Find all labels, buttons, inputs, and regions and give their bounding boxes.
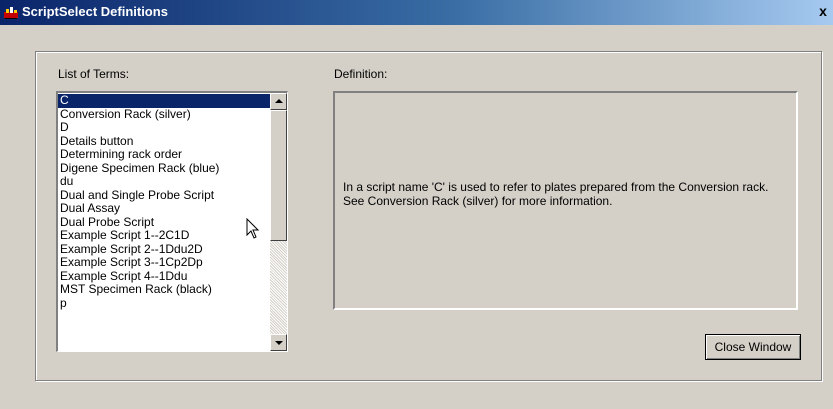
close-window-x-button[interactable]: x — [815, 4, 831, 20]
list-item[interactable]: Dual Probe Script — [58, 216, 270, 230]
app-icon — [4, 7, 18, 19]
scroll-down-button[interactable] — [270, 334, 287, 351]
terms-scrollbar[interactable] — [270, 93, 287, 351]
list-item[interactable]: Details button — [58, 135, 270, 149]
window-title: ScriptSelect Definitions — [22, 4, 168, 19]
list-item[interactable]: Example Script 2--1Ddu2D — [58, 243, 270, 257]
list-item[interactable]: Conversion Rack (silver) — [58, 108, 270, 122]
list-item[interactable]: Example Script 1--2C1D — [58, 229, 270, 243]
definition-label: Definition: — [334, 67, 388, 81]
definition-text: In a script name 'C' is used to refer to… — [343, 180, 769, 208]
list-item[interactable]: du — [58, 175, 270, 189]
list-item[interactable]: Example Script 4--1Ddu — [58, 270, 270, 284]
list-item[interactable]: Dual Assay — [58, 202, 270, 216]
title-bar[interactable]: ScriptSelect Definitions x — [0, 0, 833, 25]
arrow-up-icon — [275, 99, 283, 103]
list-item[interactable]: D — [58, 121, 270, 135]
scroll-up-button[interactable] — [270, 93, 287, 110]
list-item[interactable]: Dual and Single Probe Script — [58, 189, 270, 203]
terms-list-items: C Conversion Rack (silver) D Details button… — [58, 94, 270, 310]
close-window-button[interactable]: Close Window — [705, 334, 801, 360]
list-item[interactable]: Determining rack order — [58, 148, 270, 162]
arrow-down-icon — [275, 341, 283, 345]
list-item[interactable]: Digene Specimen Rack (blue) — [58, 162, 270, 176]
list-item[interactable]: C — [58, 94, 270, 108]
list-item[interactable]: Example Script 3--1Cp2Dp — [58, 256, 270, 270]
definition-box: In a script name 'C' is used to refer to… — [333, 91, 798, 310]
terms-label: List of Terms: — [58, 67, 130, 81]
mouse-cursor-icon — [246, 218, 260, 239]
list-item[interactable]: p — [58, 297, 270, 311]
scroll-thumb[interactable] — [270, 110, 287, 241]
list-item[interactable]: MST Specimen Rack (black) — [58, 283, 270, 297]
